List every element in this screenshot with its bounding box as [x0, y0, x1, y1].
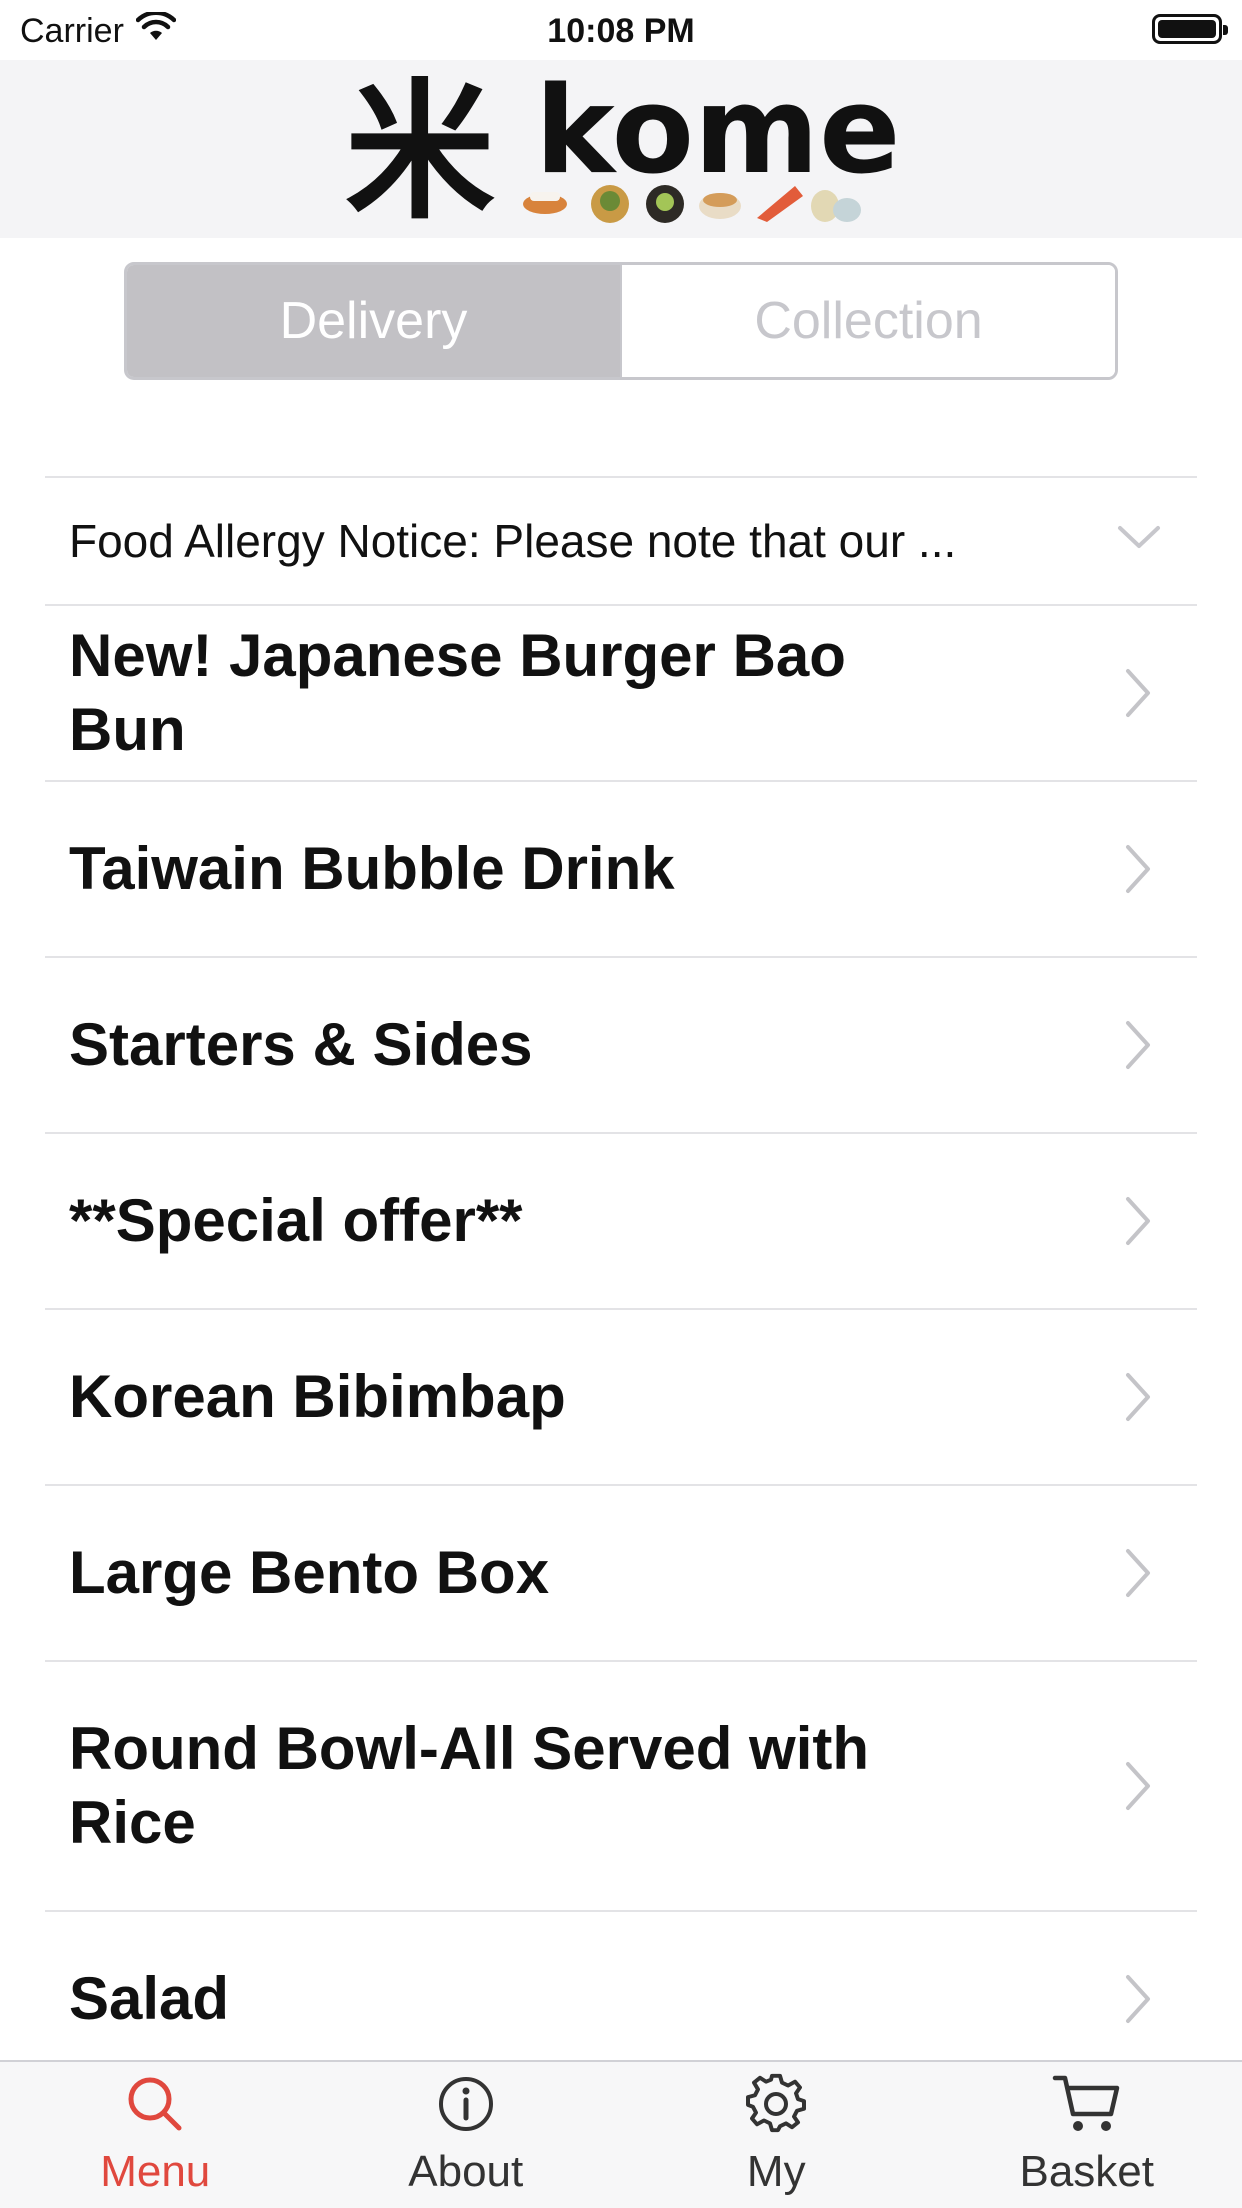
category-label: New! Japanese Burger Bao Bun	[69, 622, 846, 763]
category-label: Starters & Sides	[69, 1011, 533, 1078]
category-row[interactable]: Starters & Sides	[45, 958, 1197, 1134]
category-row[interactable]: **Special offer**	[45, 1134, 1197, 1310]
allergy-notice-text: Food Allergy Notice: Please note that ou…	[69, 515, 957, 567]
chevron-right-icon	[1123, 665, 1153, 726]
chevron-right-icon	[1123, 1017, 1153, 1078]
status-time: 10:08 PM	[547, 12, 695, 50]
category-label: Large Bento Box	[69, 1539, 550, 1606]
header: 米 kome	[0, 60, 1242, 240]
category-row[interactable]: Korean Bibimbap	[45, 1310, 1197, 1486]
category-row[interactable]: Large Bento Box	[45, 1486, 1197, 1662]
category-label: Korean Bibimbap	[69, 1363, 566, 1430]
category-row[interactable]: Round Bowl-All Served with Rice	[45, 1662, 1197, 1912]
category-label: Salad	[69, 1965, 230, 2032]
info-icon	[434, 2072, 498, 2141]
cart-icon	[1051, 2072, 1123, 2141]
category-row[interactable]: New! Japanese Burger Bao Bun	[45, 606, 1197, 782]
battery-icon	[1152, 14, 1228, 44]
logo-kanji: 米	[345, 76, 495, 226]
category-label: Round Bowl-All Served with Rice	[69, 1715, 870, 1856]
tab-about[interactable]: About	[311, 2062, 622, 2208]
chevron-right-icon	[1123, 1193, 1153, 1254]
logo-wordmark: kome	[535, 76, 897, 201]
tab-label: Basket	[1019, 2147, 1154, 2196]
segment-delivery[interactable]: Delivery	[127, 265, 620, 377]
status-bar: Carrier 10:08 PM	[0, 0, 1242, 60]
tab-my[interactable]: My	[621, 2062, 932, 2208]
tab-bar: Menu About My Basket	[0, 2060, 1242, 2208]
chevron-down-icon[interactable]	[1117, 524, 1161, 555]
category-label: **Special offer**	[69, 1187, 523, 1254]
segment-collection[interactable]: Collection	[620, 265, 1115, 377]
allergy-notice-row[interactable]: Food Allergy Notice: Please note that ou…	[45, 476, 1197, 606]
tab-menu[interactable]: Menu	[0, 2062, 311, 2208]
tab-label: Menu	[100, 2147, 211, 2196]
chevron-right-icon	[1123, 1545, 1153, 1606]
chevron-right-icon	[1123, 1369, 1153, 1430]
category-label: Taiwain Bubble Drink	[69, 835, 675, 902]
kome-logo: 米 kome	[345, 62, 900, 240]
tab-basket[interactable]: Basket	[932, 2062, 1242, 2208]
chevron-right-icon	[1123, 841, 1153, 902]
app-screen: Carrier 10:08 PM 米 kome Delivery Collect…	[0, 0, 1242, 2208]
menu-category-list: Food Allergy Notice: Please note that ou…	[45, 476, 1197, 2088]
chevron-right-icon	[1123, 1758, 1153, 1819]
category-row[interactable]: Taiwain Bubble Drink	[45, 782, 1197, 958]
tab-label: About	[408, 2147, 524, 2196]
tab-label: My	[746, 2147, 806, 2196]
search-icon	[123, 2072, 187, 2141]
gear-icon	[744, 2072, 808, 2141]
order-mode-segmented-control[interactable]: Delivery Collection	[124, 262, 1118, 380]
chevron-right-icon	[1123, 1971, 1153, 2032]
